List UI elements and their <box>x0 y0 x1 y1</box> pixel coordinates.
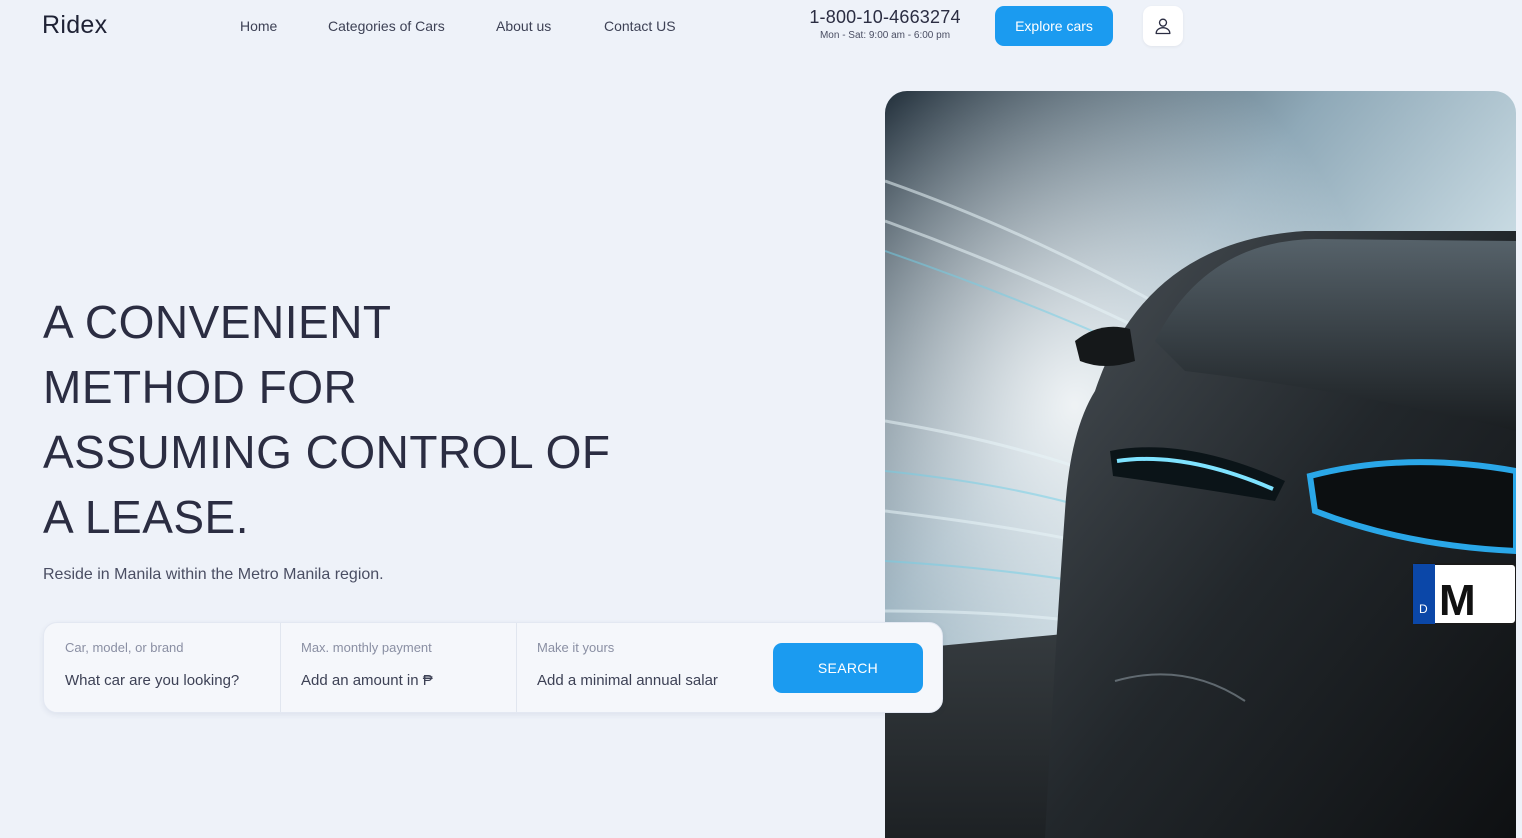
monthly-payment-input[interactable] <box>301 669 497 691</box>
user-icon <box>1155 18 1171 35</box>
hero-title-line: A LEASE. <box>43 491 250 543</box>
plate-country: D <box>1419 602 1428 616</box>
search-form: Car, model, or brand Max. monthly paymen… <box>43 622 943 713</box>
sports-car-illustration: D M <box>885 91 1516 838</box>
opening-hours: Mon - Sat: 9:00 am - 6:00 pm <box>819 30 951 41</box>
phone-number[interactable]: 1-800-10-4663274 <box>802 7 968 28</box>
nav-categories[interactable]: Categories of Cars <box>328 18 445 34</box>
search-field-model: Car, model, or brand <box>44 623 280 712</box>
nav-contact[interactable]: Contact US <box>604 18 676 34</box>
explore-cars-button[interactable]: Explore cars <box>995 6 1113 46</box>
user-account-button[interactable] <box>1143 6 1183 46</box>
hero-title-line: ASSUMING CONTROL OF <box>43 426 611 478</box>
contact-phone: 1-800-10-4663274 Mon - Sat: 9:00 am - 6:… <box>802 7 968 41</box>
nav-home[interactable]: Home <box>240 18 277 34</box>
car-model-input[interactable] <box>65 669 261 691</box>
hero-car-image: D M <box>885 91 1516 838</box>
hero-title-line: METHOD FOR <box>43 361 358 413</box>
annual-salary-input[interactable] <box>537 669 737 691</box>
hero-subtitle: Reside in Manila within the Metro Manila… <box>43 566 384 583</box>
plate-text: M <box>1439 576 1476 625</box>
site-header: Ridex Home Categories of Cars About us C… <box>0 0 1522 56</box>
field-label-payment: Max. monthly payment <box>301 640 432 655</box>
field-label-salary: Make it yours <box>537 640 615 655</box>
field-label-model: Car, model, or brand <box>65 640 184 655</box>
search-field-payment: Max. monthly payment <box>280 623 516 712</box>
hero-title: A CONVENIENT METHOD FOR ASSUMING CONTROL… <box>43 290 643 550</box>
search-button[interactable]: SEARCH <box>773 643 923 693</box>
logo[interactable]: Ridex <box>42 11 107 40</box>
nav-about[interactable]: About us <box>496 18 551 34</box>
hero-title-line: A CONVENIENT <box>43 296 392 348</box>
search-field-salary: Make it yours <box>516 623 766 712</box>
